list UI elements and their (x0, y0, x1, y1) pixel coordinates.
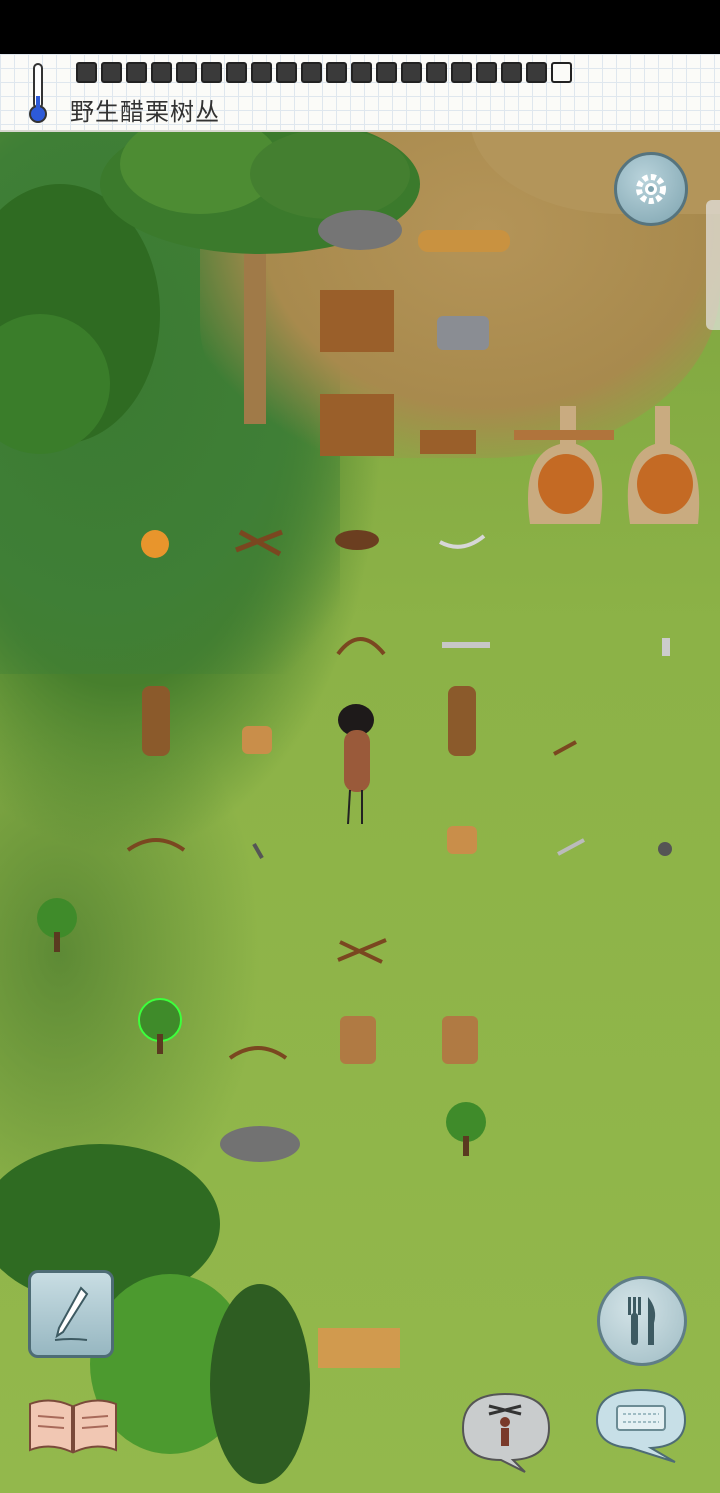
top-hud-bar: 野生醋栗树丛 (0, 54, 720, 132)
crossed-sticks-2 (337, 938, 387, 964)
game-screen: 野生醋栗树丛 (0, 0, 720, 1493)
note-pencil-button[interactable] (28, 1270, 114, 1358)
clay-pot-1 (340, 1016, 376, 1064)
crossed-sticks (235, 529, 283, 557)
butt-logs (418, 230, 510, 252)
emote-button[interactable] (453, 1388, 557, 1474)
food-pip (301, 62, 322, 83)
food-pip (251, 62, 272, 83)
big-rock (318, 210, 402, 250)
bow-drill (126, 838, 186, 852)
food-pip (401, 62, 422, 83)
flat-stones (437, 316, 489, 350)
player-character[interactable] (338, 704, 374, 825)
food-pip (151, 62, 172, 83)
curved-blade (439, 534, 486, 549)
food-pip (376, 62, 397, 83)
food-pip (76, 62, 97, 83)
keyboard-icon (616, 1405, 666, 1431)
pencil-icon (54, 1286, 89, 1341)
food-meter (76, 62, 572, 83)
fork-knife-icon (628, 1297, 656, 1345)
hammer (553, 740, 577, 756)
food-pip (176, 62, 197, 83)
gooseberry-bush-1 (37, 898, 77, 952)
food-pip (476, 62, 497, 83)
food-pip (276, 62, 297, 83)
kiln-2 (627, 406, 700, 524)
ball-of-yarn (141, 530, 169, 558)
bow-drill-2 (228, 1046, 288, 1060)
kiln-1 (514, 406, 614, 524)
plate-stack-4 (447, 826, 477, 854)
keyboard-button[interactable] (591, 1384, 691, 1464)
food-pip (126, 62, 147, 83)
gooseberry-bush-3 (446, 1102, 486, 1156)
sharp-stone (252, 843, 264, 859)
food-pip (326, 62, 347, 83)
food-pip (451, 62, 472, 83)
hovered-object-label: 野生醋栗树丛 (70, 98, 220, 126)
small-logs (420, 430, 476, 454)
food-pip (101, 62, 122, 83)
firewood-stack-1 (320, 290, 394, 352)
plate-stack-1 (142, 686, 170, 756)
food-pip-empty (551, 62, 572, 83)
plate-stack-3 (448, 686, 476, 756)
food-pip (351, 62, 372, 83)
gear-icon (636, 174, 666, 204)
side-drawer-tab[interactable] (706, 200, 720, 330)
round-stone (658, 842, 672, 856)
food-pip (226, 62, 247, 83)
food-pip (426, 62, 447, 83)
food-pip (526, 62, 547, 83)
food-pip (501, 62, 522, 83)
plate-stack-2 (242, 726, 272, 754)
firewood-stack-2 (320, 394, 394, 456)
food-pip (201, 62, 222, 83)
thermometer-icon (29, 63, 47, 123)
workbench (318, 1328, 400, 1368)
shears (557, 838, 585, 856)
bow-saw (336, 637, 386, 656)
gooseberry-bush-2[interactable] (138, 998, 182, 1054)
knife (442, 642, 490, 648)
small-flint (662, 638, 670, 656)
status-bar (0, 0, 720, 54)
big-rock-2 (220, 1126, 300, 1162)
basket-nest (335, 530, 379, 550)
settings-button[interactable] (614, 152, 688, 226)
eat-button[interactable] (597, 1276, 687, 1366)
clay-pot-2 (442, 1016, 478, 1064)
open-book-icon[interactable] (26, 1394, 120, 1456)
